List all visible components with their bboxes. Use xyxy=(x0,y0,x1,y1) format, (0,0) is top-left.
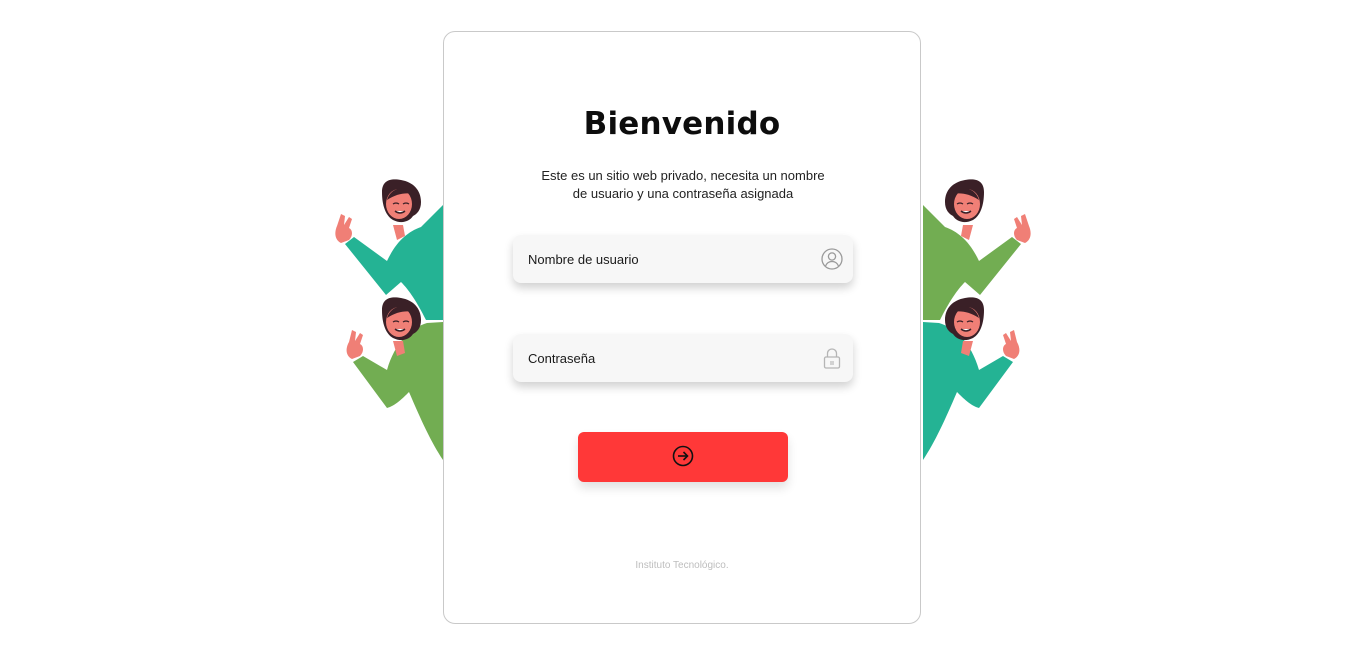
username-field xyxy=(513,235,853,283)
user-circle-icon xyxy=(821,248,843,270)
waving-women-illustration-right xyxy=(923,170,1035,470)
password-field xyxy=(513,334,853,382)
login-card: Bienvenido Este es un sitio web privado,… xyxy=(443,31,921,624)
login-button[interactable] xyxy=(578,432,788,482)
password-input[interactable] xyxy=(513,334,853,382)
username-input[interactable] xyxy=(513,235,853,283)
page-title: Bienvenido xyxy=(583,106,781,142)
lock-icon xyxy=(821,347,843,369)
waving-women-illustration-left xyxy=(331,170,443,470)
login-description: Este es un sitio web privado, necesita u… xyxy=(541,168,825,201)
footer-text: Instituto Tecnológico. xyxy=(635,560,729,571)
login-page: Bienvenido Este es un sitio web privado,… xyxy=(0,0,1366,657)
login-arrow-icon xyxy=(672,445,694,467)
